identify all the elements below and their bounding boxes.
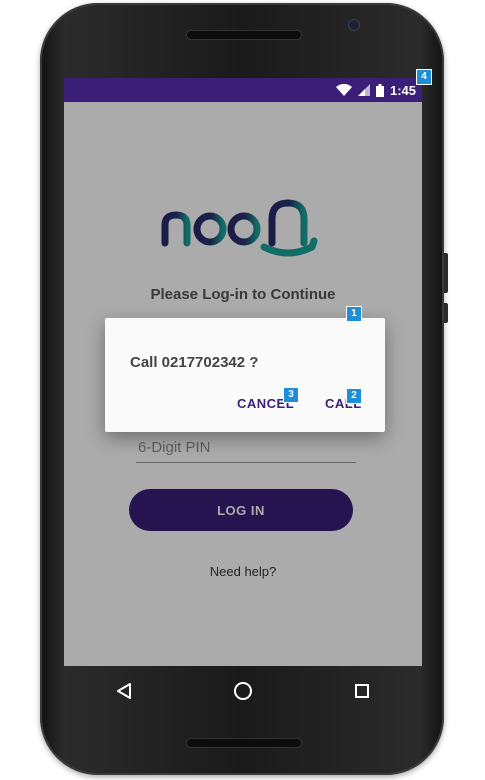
wifi-icon — [335, 84, 352, 96]
call-dialog: Call 0217702342 ? CANCEL CALL — [105, 318, 385, 432]
dialog-title: Call 0217702342 ? — [130, 354, 259, 371]
navigation-bar — [64, 666, 422, 716]
status-time: 1:45 — [389, 82, 416, 98]
bottom-speaker — [186, 738, 302, 748]
recents-button[interactable] — [342, 671, 382, 711]
power-button — [444, 303, 448, 323]
marker-badge-4: 4 — [416, 69, 432, 85]
marker-badge-2: 2 — [346, 388, 362, 404]
battery-icon — [375, 83, 384, 97]
back-icon — [116, 683, 131, 699]
earpiece-speaker — [186, 30, 302, 40]
volume-button — [444, 253, 448, 293]
signal-icon — [357, 84, 370, 96]
device-screen: 1:45 Please Log-in to Continue 6-Digit P… — [64, 78, 422, 666]
home-button[interactable] — [223, 671, 263, 711]
home-icon — [233, 682, 252, 700]
marker-badge-3: 3 — [283, 387, 299, 403]
back-button[interactable] — [104, 671, 144, 711]
status-bar: 1:45 — [64, 78, 422, 102]
recents-icon — [355, 684, 370, 698]
marker-badge-1: 1 — [346, 306, 362, 322]
front-camera — [348, 19, 360, 31]
